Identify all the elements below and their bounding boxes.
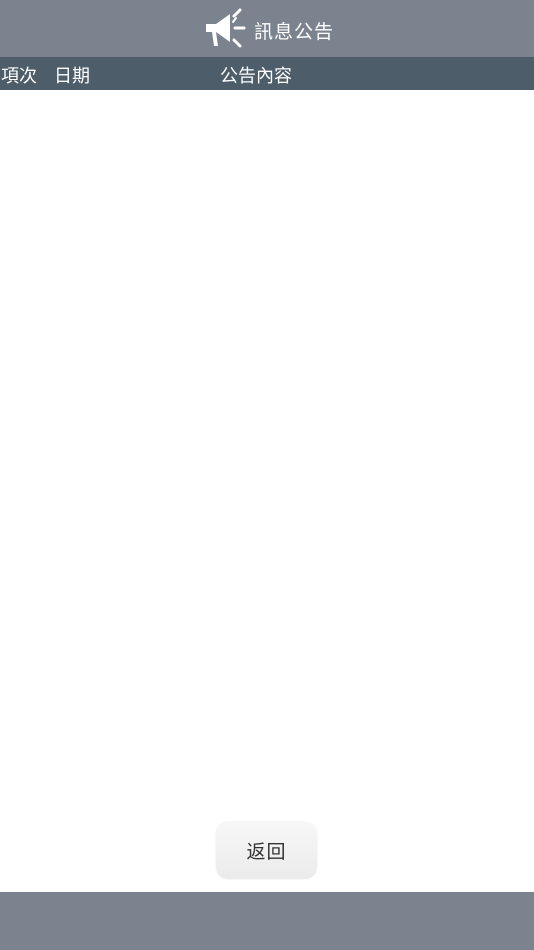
megaphone-icon bbox=[202, 6, 248, 52]
column-header-date: 日期 bbox=[54, 66, 90, 87]
page-title: 訊息公告 bbox=[253, 20, 334, 43]
column-header-content: 公告內容 bbox=[220, 66, 292, 87]
column-header-item: 項次 bbox=[1, 66, 37, 87]
table-header: 項次 日期 公告內容 bbox=[0, 57, 534, 90]
bottom-bar bbox=[0, 892, 534, 950]
announcement-screen: 訊息公告 項次 日期 公告內容 返回 bbox=[0, 0, 534, 950]
top-bar: 訊息公告 bbox=[0, 0, 534, 57]
back-button[interactable]: 返回 bbox=[216, 822, 317, 879]
announcement-list bbox=[0, 90, 534, 892]
